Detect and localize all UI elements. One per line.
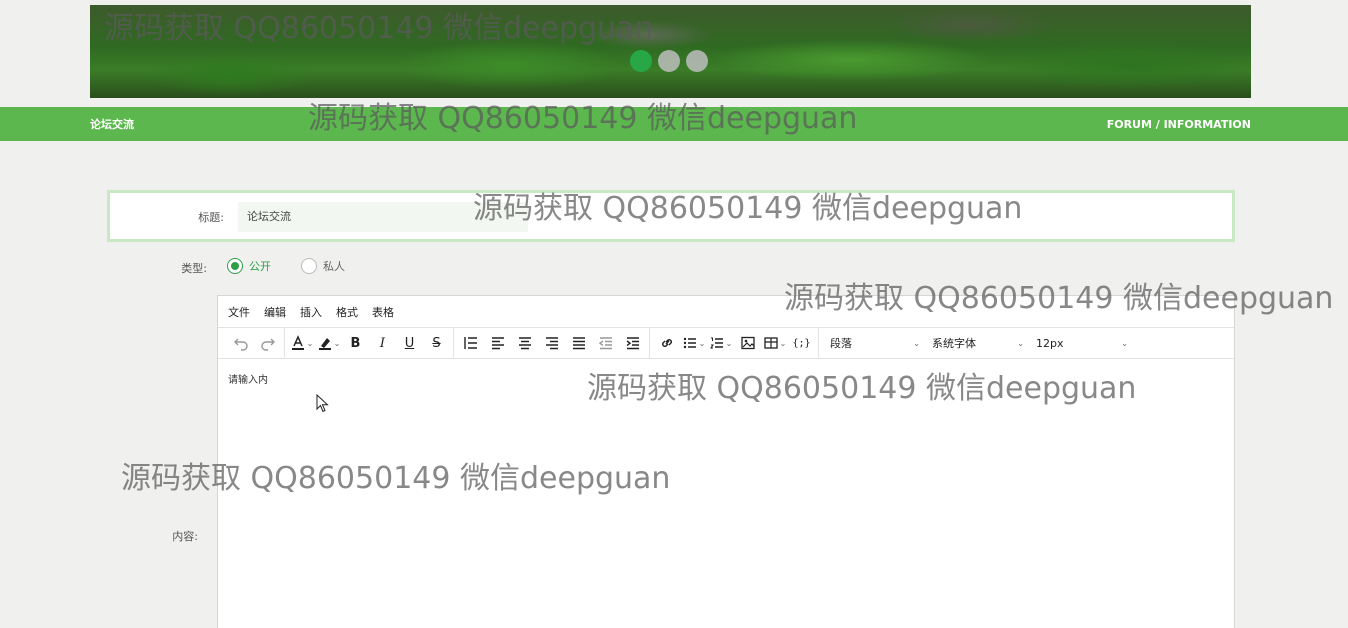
format-select-group: 段落 ⌄ 系统字体 ⌄ 12px ⌄ xyxy=(819,328,1135,358)
strikethrough-icon[interactable]: S xyxy=(423,331,450,355)
block-format-value: 段落 xyxy=(830,337,852,350)
editor-content-area[interactable]: 请输入内 xyxy=(218,359,1234,398)
chevron-down-icon: ⌄ xyxy=(1017,338,1024,348)
carousel-dot-3[interactable] xyxy=(686,50,708,72)
bold-icon[interactable]: B xyxy=(342,331,369,355)
editor-placeholder: 请输入内 xyxy=(228,375,268,386)
menu-format[interactable]: 格式 xyxy=(336,304,358,320)
title-input[interactable]: 论坛交流 xyxy=(238,202,528,232)
chevron-down-icon: ⌄ xyxy=(913,338,920,348)
menu-edit[interactable]: 编辑 xyxy=(264,304,286,320)
rich-text-editor: 文件 编辑 插入 格式 表格 ⌄ ⌄ B I U S ⌄ ⌄ ⌄ {;} 段落 … xyxy=(217,295,1235,628)
font-size-select[interactable]: 12px ⌄ xyxy=(1028,331,1132,355)
radio-public[interactable] xyxy=(227,258,243,274)
link-icon[interactable] xyxy=(653,331,680,355)
carousel-dot-2[interactable] xyxy=(658,50,680,72)
section-header-bar: 论坛交流 FORUM / INFORMATION xyxy=(0,107,1348,141)
block-format-select[interactable]: 段落 ⌄ xyxy=(822,331,924,355)
type-radio-group: 公开 私人 xyxy=(227,258,375,274)
align-right-icon[interactable] xyxy=(538,331,565,355)
text-style-group: ⌄ ⌄ B I U S xyxy=(285,328,454,358)
image-icon[interactable] xyxy=(734,331,761,355)
content-label: 内容: xyxy=(172,530,198,543)
indent-icon[interactable] xyxy=(619,331,646,355)
alignment-group xyxy=(454,328,650,358)
bullet-list-icon[interactable]: ⌄ xyxy=(680,331,707,355)
code-icon[interactable]: {;} xyxy=(788,331,815,355)
font-family-value: 系统字体 xyxy=(932,337,976,350)
mouse-cursor-icon xyxy=(316,394,329,413)
insert-group: ⌄ ⌄ ⌄ {;} xyxy=(650,328,819,358)
undo-icon[interactable] xyxy=(227,331,254,355)
radio-public-label[interactable]: 公开 xyxy=(249,258,271,274)
underline-icon[interactable]: U xyxy=(396,331,423,355)
redo-icon[interactable] xyxy=(254,331,281,355)
align-justify-icon[interactable] xyxy=(565,331,592,355)
menu-table[interactable]: 表格 xyxy=(372,304,394,320)
font-size-value: 12px xyxy=(1036,336,1064,350)
title-row: 标题: 论坛交流 xyxy=(107,190,1235,242)
menu-insert[interactable]: 插入 xyxy=(300,304,322,320)
line-height-icon[interactable] xyxy=(457,331,484,355)
italic-icon[interactable]: I xyxy=(369,331,396,355)
align-left-icon[interactable] xyxy=(484,331,511,355)
carousel-dot-1[interactable] xyxy=(630,50,652,72)
text-color-icon[interactable]: ⌄ xyxy=(288,331,315,355)
numbered-list-icon[interactable]: ⌄ xyxy=(707,331,734,355)
font-family-select[interactable]: 系统字体 ⌄ xyxy=(924,331,1028,355)
align-center-icon[interactable] xyxy=(511,331,538,355)
table-icon[interactable]: ⌄ xyxy=(761,331,788,355)
section-subtitle: FORUM / INFORMATION xyxy=(1106,117,1251,131)
highlight-color-icon[interactable]: ⌄ xyxy=(315,331,342,355)
radio-private-label[interactable]: 私人 xyxy=(323,258,345,274)
chevron-down-icon: ⌄ xyxy=(1121,338,1128,348)
carousel-indicators xyxy=(630,50,708,72)
type-label: 类型: xyxy=(181,262,207,275)
menu-file[interactable]: 文件 xyxy=(228,304,250,320)
banner-carousel xyxy=(90,5,1251,98)
editor-toolbar: ⌄ ⌄ B I U S ⌄ ⌄ ⌄ {;} 段落 ⌄ 系统字体 ⌄ 12px ⌄ xyxy=(218,327,1234,359)
editor-menubar: 文件 编辑 插入 格式 表格 xyxy=(218,296,1234,327)
history-group xyxy=(224,328,285,358)
section-title: 论坛交流 xyxy=(90,118,134,131)
outdent-icon[interactable] xyxy=(592,331,619,355)
title-label: 标题: xyxy=(198,211,224,224)
radio-private[interactable] xyxy=(301,258,317,274)
